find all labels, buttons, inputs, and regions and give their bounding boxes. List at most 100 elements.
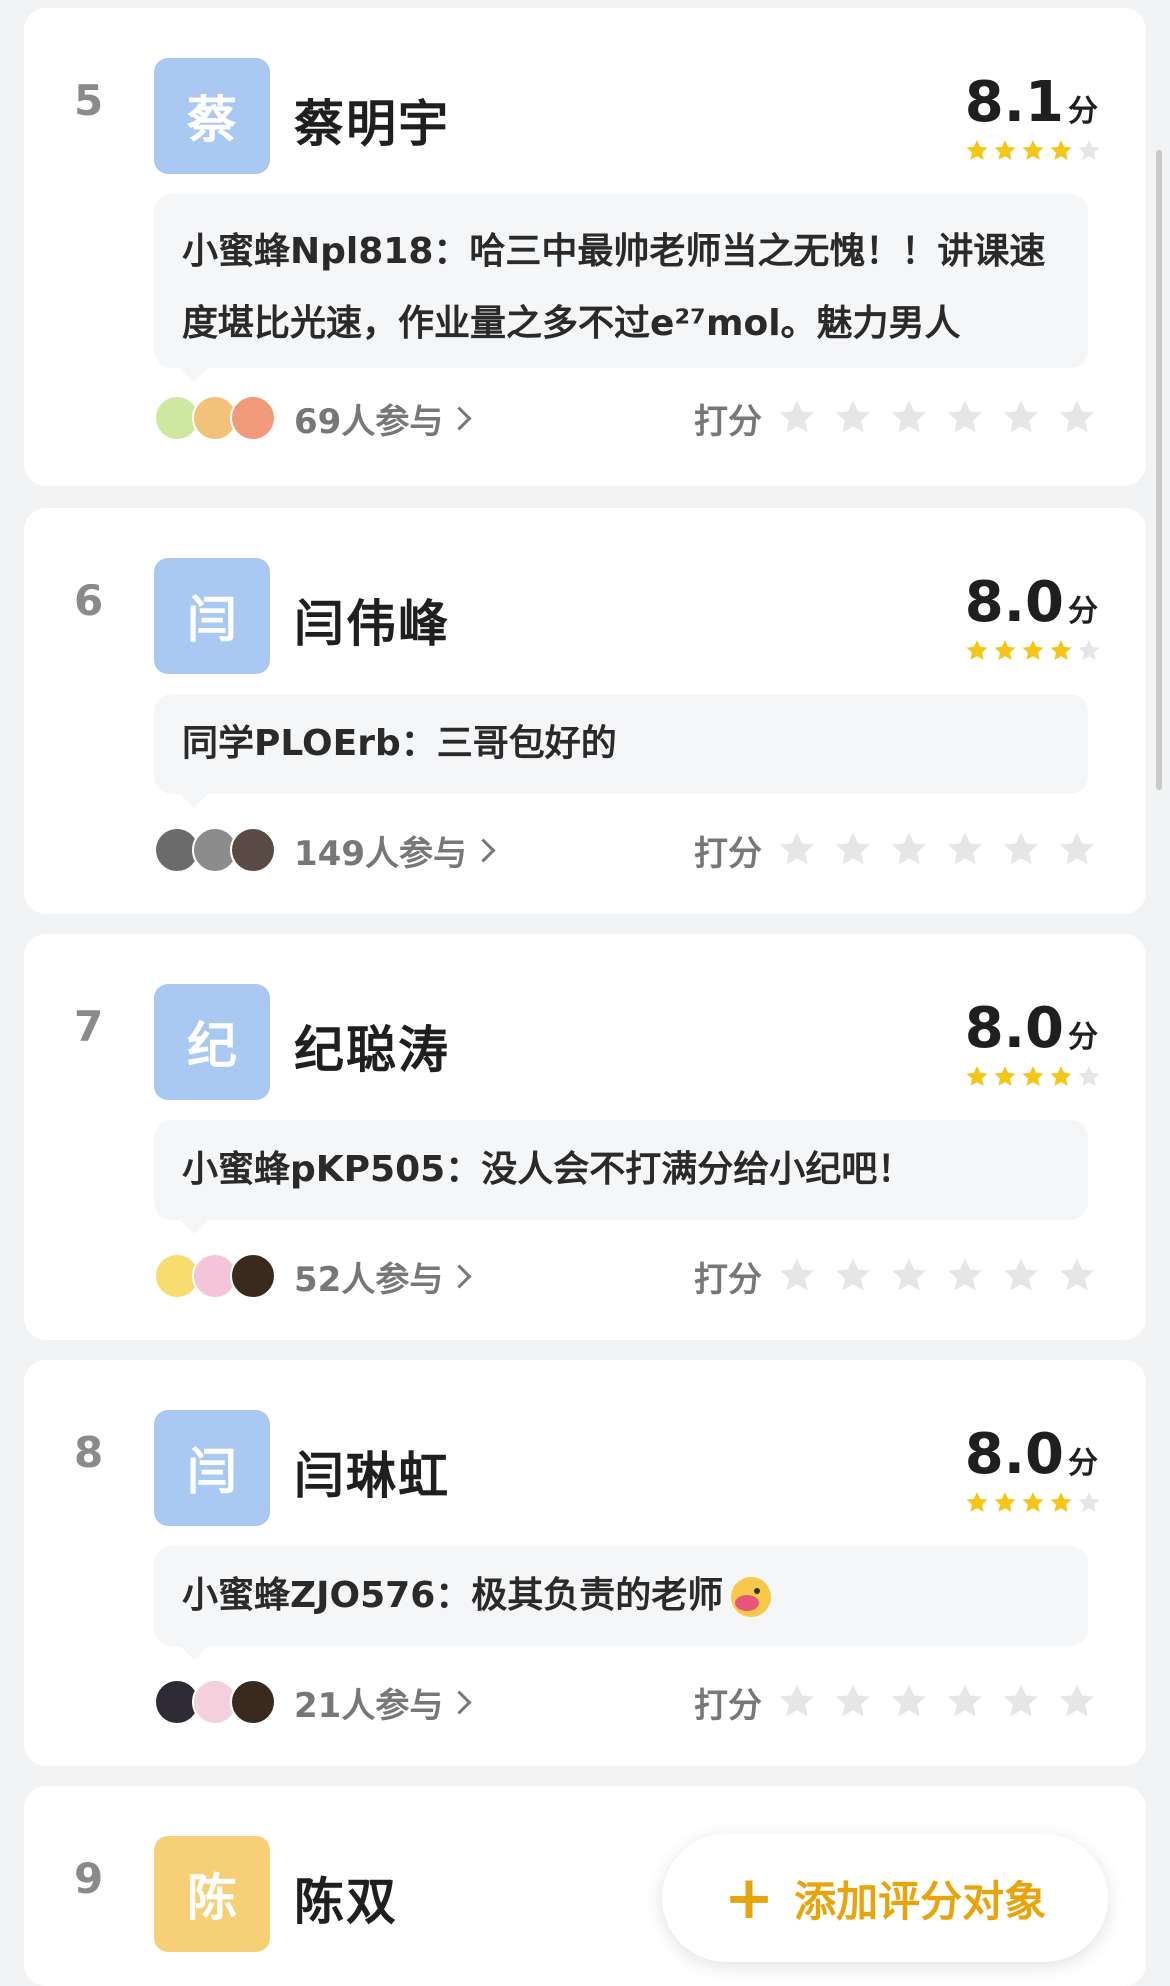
rate-star-icon[interactable] [944,397,986,439]
rate-star-icon[interactable] [1056,1255,1098,1297]
star-filled-icon [1050,140,1072,160]
participants-link[interactable]: 52人参与 [294,1252,472,1301]
card-footer: 52人参与 打分 [154,1246,1098,1306]
score-unit: 分 [1068,94,1098,129]
score-value: 8.0 [964,570,1064,635]
avatar: 闫 [154,1410,270,1526]
star-filled-icon [966,640,988,660]
star-empty-icon [1078,1492,1100,1512]
score-value: 8.0 [964,1422,1064,1487]
rate-label: 打分 [694,1259,762,1300]
score: 8.1 分 [965,70,1098,135]
rate-stars[interactable] [776,829,1098,871]
star-empty-icon [1078,140,1100,160]
top-comment[interactable]: 小蜜蜂ZJO576：极其负责的老师 [154,1546,1088,1660]
score-unit: 分 [1068,1020,1098,1055]
rate-star-icon[interactable] [1000,829,1042,871]
average-stars [964,138,1102,164]
rate-star-icon[interactable] [944,1681,986,1723]
participant-avatar [230,827,276,873]
rank-number: 6 [74,576,104,625]
add-rating-target-button[interactable]: + 添加评分对象 [662,1834,1108,1962]
scrollbar[interactable] [1156,150,1162,790]
comment-body: 小蜜蜂ZJO576：极其负责的老师 [182,1575,724,1616]
rank-number: 8 [74,1428,104,1477]
rating-card[interactable]: 7 纪 纪聪涛 8.0 分 小蜜蜂pKP505：没人会不打满分给小纪吧！ 52人参… [24,934,1146,1340]
star-filled-icon [994,640,1016,660]
score: 8.0 分 [965,996,1098,1061]
rate-star-icon[interactable] [776,397,818,439]
participant-avatar [230,395,276,441]
rating-card[interactable]: 8 闫 闫琳虹 8.0 分 小蜜蜂ZJO576：极其负责的老师 21人参与 打分 [24,1360,1146,1766]
avatar: 陈 [154,1836,270,1952]
chevron-right-icon [447,405,472,431]
comment-text: 同学PLOErb：三哥包好的 [182,723,617,764]
participant-avatar [230,1253,276,1299]
rate-star-icon[interactable] [888,1255,930,1297]
rate-stars[interactable] [776,1255,1098,1297]
rating-card[interactable]: 6 闫 闫伟峰 8.0 分 同学PLOErb：三哥包好的 149人参与 打分 [24,508,1146,914]
average-stars [964,1064,1102,1090]
comment-text: 小蜜蜂ZJO576：极其负责的老师 [182,1568,1060,1624]
score-value: 8.0 [964,996,1064,1061]
rate-star-icon[interactable] [1056,397,1098,439]
rate-star-icon[interactable] [1056,1681,1098,1723]
star-filled-icon [966,1492,988,1512]
rate-label: 打分 [694,401,762,442]
rate-star-icon[interactable] [776,1255,818,1297]
card-footer: 21人参与 打分 [154,1672,1098,1732]
star-filled-icon [1022,140,1044,160]
top-comment[interactable]: 小蜜蜂pKP505：没人会不打满分给小纪吧！ [154,1120,1088,1234]
average-stars [964,1490,1102,1516]
rate-star-icon[interactable] [888,1681,930,1723]
star-filled-icon [1022,1066,1044,1086]
score-unit: 分 [1068,1446,1098,1481]
star-filled-icon [994,140,1016,160]
score: 8.0 分 [965,1422,1098,1487]
rate-stars[interactable] [776,1681,1098,1723]
rate-star-icon[interactable] [1056,829,1098,871]
teacher-name: 陈双 [294,1873,398,1931]
avatar: 纪 [154,984,270,1100]
rate-stars[interactable] [776,397,1098,439]
star-empty-icon [1078,1066,1100,1086]
rating-card[interactable]: 5 蔡 蔡明宇 8.1 分 小蜜蜂Npl818：哈三中最帅老师当之无愧！！讲课速度… [24,8,1146,486]
chevron-right-icon [447,1689,472,1715]
participants-link[interactable]: 149人参与 [294,826,496,875]
participants-count: 69人参与 [294,401,444,442]
rate-star-icon[interactable] [832,829,874,871]
rate-star-icon[interactable] [1000,397,1042,439]
star-filled-icon [966,140,988,160]
star-filled-icon [1050,1066,1072,1086]
rate-star-icon[interactable] [832,1255,874,1297]
rate-star-icon[interactable] [1000,1255,1042,1297]
star-filled-icon [1050,1492,1072,1512]
star-filled-icon [994,1066,1016,1086]
rate-star-icon[interactable] [944,1255,986,1297]
rate-star-icon[interactable] [944,829,986,871]
rate-star-icon[interactable] [776,1681,818,1723]
rate-star-icon[interactable] [1000,1681,1042,1723]
star-filled-icon [966,1066,988,1086]
teacher-name: 闫伟峰 [294,595,450,653]
score: 8.0 分 [965,570,1098,635]
participants-link[interactable]: 21人参与 [294,1678,472,1727]
rate-star-icon[interactable] [776,829,818,871]
top-comment[interactable]: 同学PLOErb：三哥包好的 [154,694,1088,808]
rank-number: 9 [74,1854,104,1903]
score-value: 8.1 [964,70,1064,135]
rate-star-icon[interactable] [888,829,930,871]
participants-link[interactable]: 69人参与 [294,394,472,443]
star-filled-icon [1022,640,1044,660]
participants-count: 52人参与 [294,1259,444,1300]
top-comment[interactable]: 小蜜蜂Npl818：哈三中最帅老师当之无愧！！讲课速度堪比光速，作业量之多不过e… [154,194,1088,382]
add-button-label: 添加评分对象 [794,1876,1047,1926]
avatar: 闫 [154,558,270,674]
rate-star-icon[interactable] [888,397,930,439]
comment-text: 小蜜蜂Npl818：哈三中最帅老师当之无愧！！讲课速度堪比光速，作业量之多不过e… [182,231,1046,344]
rate-label: 打分 [694,1685,762,1726]
card-footer: 149人参与 打分 [154,820,1098,880]
rate-star-icon[interactable] [832,397,874,439]
rate-star-icon[interactable] [832,1681,874,1723]
participant-avatar [230,1679,276,1725]
